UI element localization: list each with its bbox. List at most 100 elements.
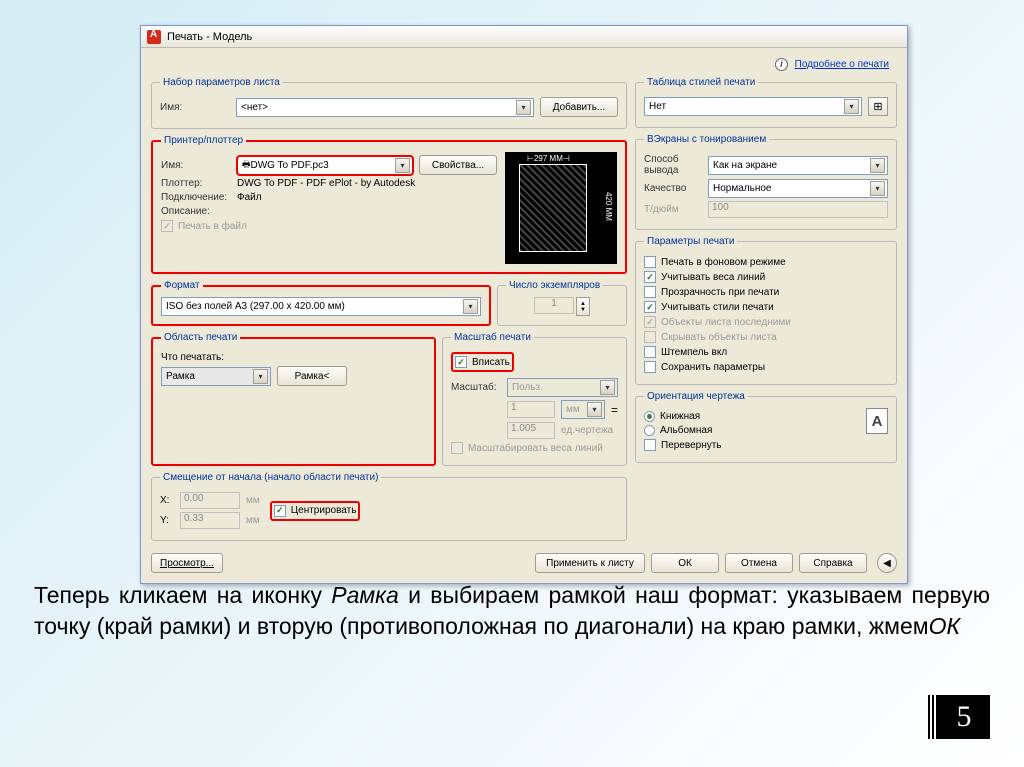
shaded-viewport-group: ВЭкраны с тонированием Способ вывода Как…: [635, 134, 897, 230]
transparency-checkbox[interactable]: [644, 286, 656, 298]
quality-label: Качество: [644, 183, 702, 194]
plot-options-group: Параметры печати Печать в фоновом режиме…: [635, 236, 897, 385]
orientation-group: Ориентация чертежа Книжная Альбомная Пер…: [635, 391, 897, 463]
center-plot-checkbox[interactable]: [274, 505, 286, 517]
edit-plot-style-button[interactable]: ⊞: [868, 97, 888, 116]
what-to-plot-combo[interactable]: Рамка ▾: [161, 367, 271, 386]
pagesetup-name-value: <нет>: [241, 102, 268, 113]
plot-area-group: Область печати Что печатать: Рамка ▾ Рам…: [151, 332, 436, 466]
scale-lineweights-label: Масштабировать веса линий: [468, 443, 603, 454]
plot-style-table-group: Таблица стилей печати Нет ▾ ⊞: [635, 77, 897, 128]
plot-style-combo[interactable]: Нет ▾: [644, 97, 862, 116]
ok-button[interactable]: ОК: [651, 553, 719, 573]
plot-scale-group: Масштаб печати Вписать Масштаб: Польз. ▾: [442, 332, 627, 466]
copies-input: 1: [534, 297, 574, 314]
drawing-units-input: 1.005: [507, 422, 555, 439]
plotter-value: DWG To PDF - PDF ePlot - by Autodesk: [237, 178, 415, 189]
shade-mode-combo[interactable]: Как на экране ▾: [708, 156, 888, 175]
plot-style-legend: Таблица стилей печати: [644, 77, 758, 88]
page-number: 5: [938, 695, 990, 739]
plot-offset-group: Смещение от начала (начало области печат…: [151, 472, 627, 541]
titlebar[interactable]: Печать - Модель: [141, 26, 907, 48]
options-legend: Параметры печати: [644, 236, 737, 247]
window-title: Печать - Модель: [167, 31, 252, 43]
connection-label: Подключение:: [161, 192, 231, 203]
cancel-button[interactable]: Отмена: [725, 553, 793, 573]
bg-plot-checkbox[interactable]: [644, 256, 656, 268]
chevron-down-icon[interactable]: ▾: [516, 100, 531, 115]
paper-size-value: ISO без полей A3 (297.00 x 420.00 мм): [166, 301, 345, 312]
offset-x-label: X:: [160, 495, 174, 506]
printer-name-value: DWG To PDF.pc3: [251, 160, 329, 171]
paper-size-group: Формат ISO без полей A3 (297.00 x 420.00…: [151, 280, 491, 326]
plot-area-legend: Область печати: [161, 332, 240, 343]
copies-legend: Число экземпляров: [506, 280, 603, 291]
chevron-down-icon[interactable]: ▾: [870, 181, 885, 196]
plot-style-value: Нет: [649, 101, 666, 112]
paper-preview: ⊢297 MM⊣ 420 MM: [505, 152, 617, 264]
plotter-label: Плоттер:: [161, 178, 231, 189]
description-label: Описание:: [161, 206, 231, 217]
chevron-down-icon[interactable]: ▾: [253, 369, 268, 384]
paper-size-combo[interactable]: ISO без полей A3 (297.00 x 420.00 мм) ▾: [161, 297, 481, 316]
print-dialog: Печать - Модель i Подробнее о печати Наб…: [140, 25, 908, 584]
printer-name-combo[interactable]: 🖶 DWG To PDF.pc3 ▾: [237, 156, 413, 175]
fit-to-paper-label: Вписать: [472, 357, 510, 368]
dpi-input: 100: [708, 201, 888, 218]
page-setup-group: Набор параметров листа Имя: <нет> ▾ Доба…: [151, 77, 627, 129]
pagesetup-name-label: Имя:: [160, 102, 230, 113]
collapse-button[interactable]: ◀: [877, 553, 897, 573]
offset-y-label: Y:: [160, 515, 174, 526]
scale-combo: Польз. ▾: [507, 378, 618, 397]
printer-group: Принтер/плоттер Имя: 🖶 DWG To PDF.pc3 ▾: [151, 135, 627, 274]
printer-props-button[interactable]: Свойства...: [419, 155, 497, 175]
orientation-legend: Ориентация чертежа: [644, 391, 748, 402]
what-to-plot-label: Что печатать:: [161, 352, 224, 363]
offset-x-input: 0.00: [180, 492, 240, 509]
paper-size-legend: Формат: [161, 280, 203, 291]
shade-mode-label: Способ вывода: [644, 154, 702, 176]
chevron-down-icon: ▾: [587, 402, 602, 417]
lineweights-checkbox[interactable]: [644, 271, 656, 283]
orientation-preview-icon: A: [866, 408, 888, 434]
fit-to-paper-checkbox[interactable]: [455, 356, 467, 368]
equals-icon: =: [611, 403, 618, 417]
portrait-radio[interactable]: [644, 411, 655, 422]
apply-to-layout-button[interactable]: Применить к листу: [535, 553, 645, 573]
page-setup-legend: Набор параметров листа: [160, 77, 283, 88]
scale-lineweights-checkbox: [451, 442, 463, 454]
plotstyles-checkbox[interactable]: [644, 301, 656, 313]
what-to-plot-value: Рамка: [166, 371, 195, 382]
learn-more-link[interactable]: Подробнее о печати: [795, 59, 889, 70]
center-plot-label: Центрировать: [291, 505, 357, 516]
print-to-file-label: Печать в файл: [178, 221, 247, 232]
plot-offset-legend: Смещение от начала (начало области печат…: [160, 472, 381, 483]
chevron-down-icon[interactable]: ▾: [395, 158, 410, 173]
landscape-radio[interactable]: [644, 425, 655, 436]
chevron-down-icon: ▾: [600, 380, 615, 395]
shaded-legend: ВЭкраны с тонированием: [644, 134, 769, 145]
plot-scale-legend: Масштаб печати: [451, 332, 534, 343]
add-pagesetup-button[interactable]: Добавить...: [540, 97, 618, 117]
copies-spinner: ▲▼: [576, 297, 590, 316]
dpi-label: Т/дюйм: [644, 204, 702, 215]
scale-label: Масштаб:: [451, 382, 501, 393]
paperspace-last-checkbox: [644, 316, 656, 328]
drawing-units-label: ед.чертежа: [561, 425, 613, 436]
slide-caption: Теперь кликаем на иконку Рамка и выбирае…: [34, 580, 990, 642]
offset-y-input: 0.33: [180, 512, 240, 529]
preview-button[interactable]: Просмотр...: [151, 553, 223, 573]
pagesetup-name-combo[interactable]: <нет> ▾: [236, 98, 534, 117]
help-button[interactable]: Справка: [799, 553, 867, 573]
save-changes-checkbox[interactable]: [644, 361, 656, 373]
upside-down-checkbox[interactable]: [644, 439, 656, 451]
print-to-file-checkbox: [161, 220, 173, 232]
chevron-down-icon[interactable]: ▾: [870, 158, 885, 173]
stamp-checkbox[interactable]: [644, 346, 656, 358]
chevron-down-icon[interactable]: ▾: [844, 99, 859, 114]
window-select-button[interactable]: Рамка<: [277, 366, 347, 386]
scale-unit-combo: мм ▾: [561, 400, 605, 419]
chevron-down-icon[interactable]: ▾: [463, 299, 478, 314]
scale-units-input: 1: [507, 401, 555, 418]
quality-combo[interactable]: Нормальное ▾: [708, 179, 888, 198]
